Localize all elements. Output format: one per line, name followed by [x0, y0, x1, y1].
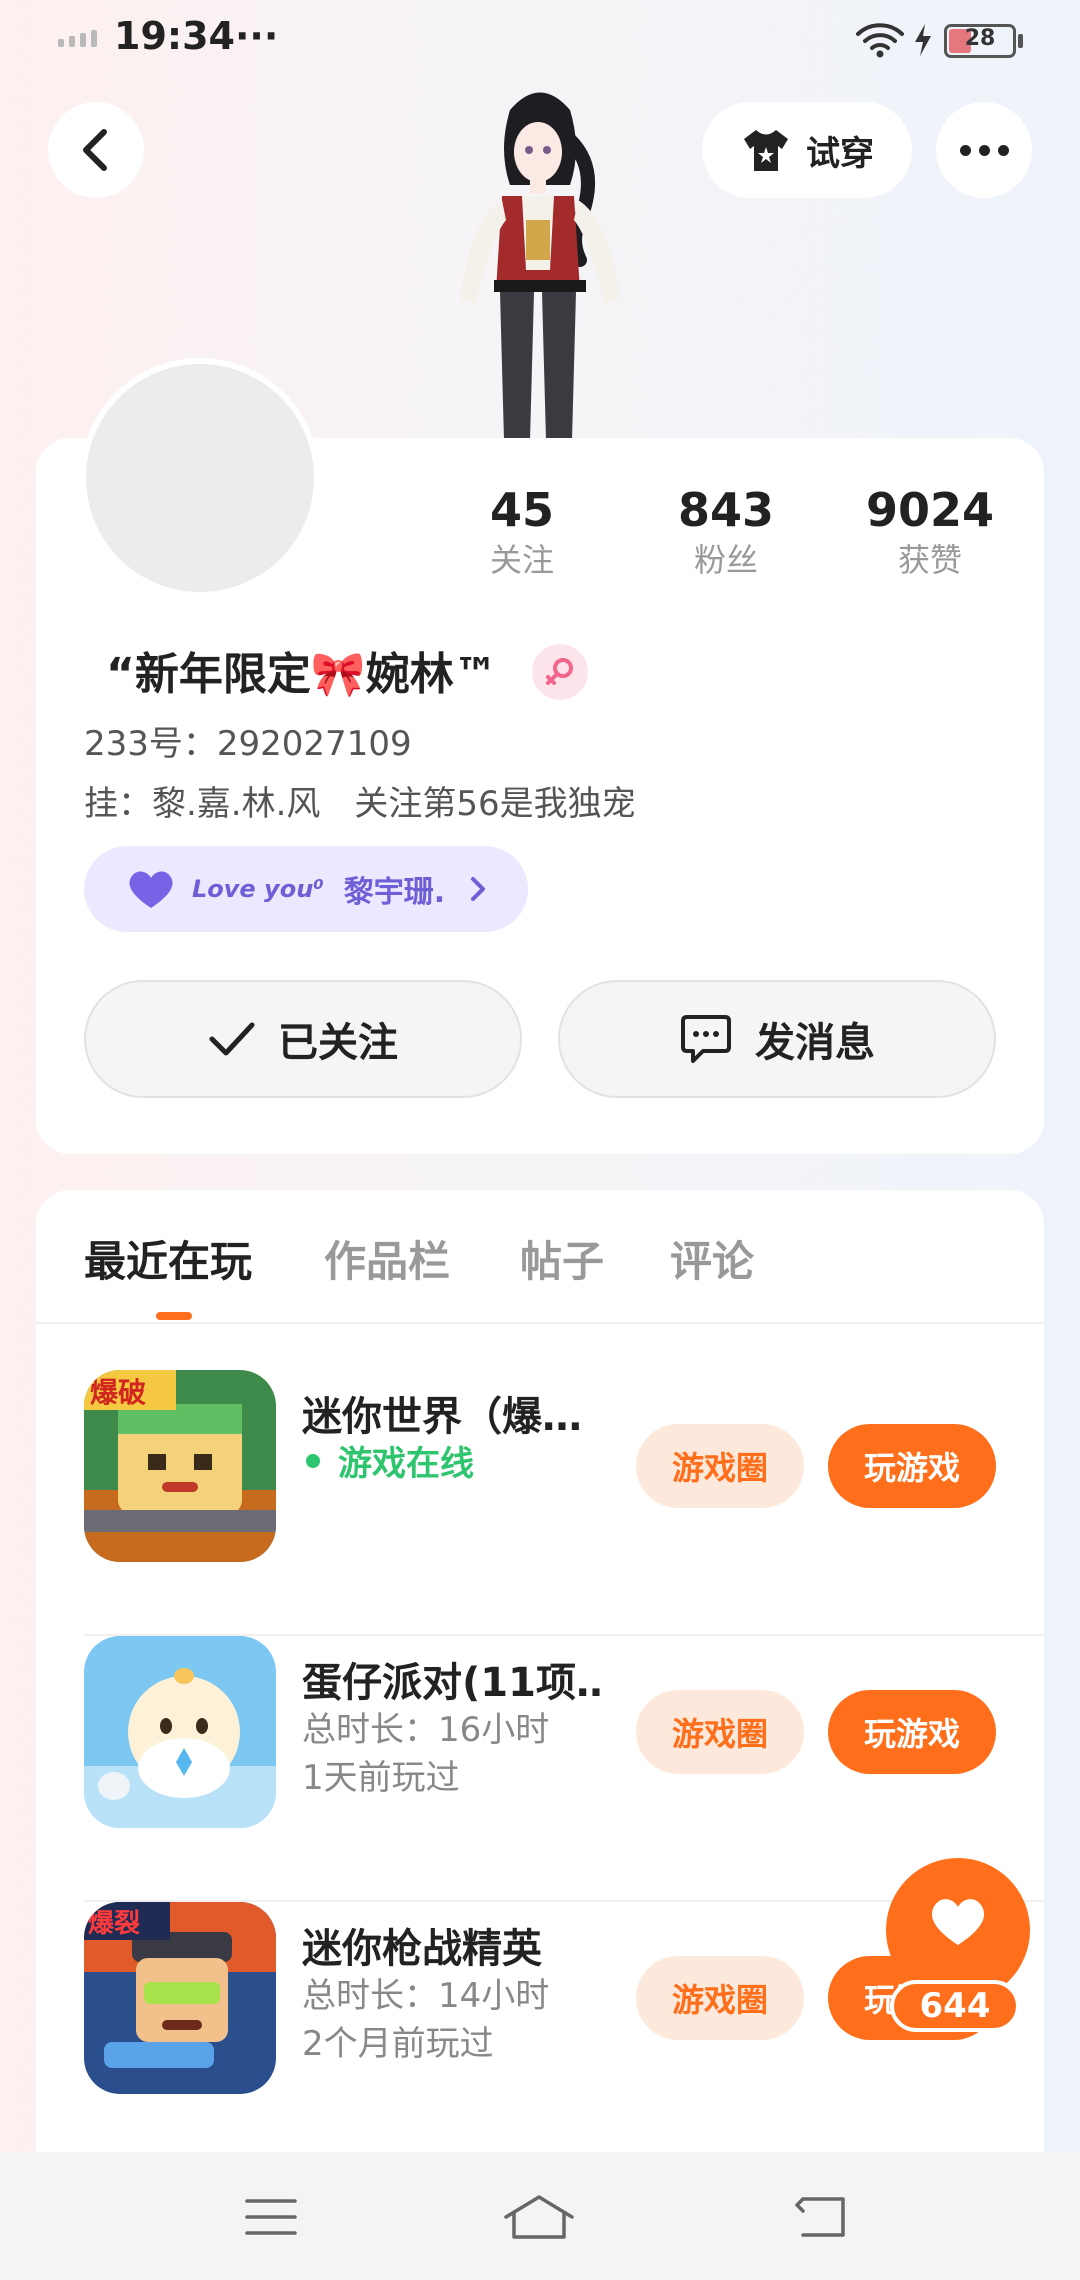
game-row[interactable]: 蛋仔派对(11项… 总时长：16小时 1天前玩过 游戏圈 玩游戏 [84, 1636, 1044, 1902]
charging-icon [915, 24, 931, 56]
try-on-label: 试穿 [806, 133, 874, 174]
game-icon-badge: 爆裂 [88, 1909, 140, 1939]
stat-label: 获赞 [897, 541, 962, 579]
tab-recent-play[interactable]: 最近在玩 [84, 1228, 252, 1289]
stat-value: 9024 [865, 483, 995, 537]
play-duration: 总时长：16小时 [302, 1710, 550, 1750]
partner-name: 黎宇珊. [343, 875, 446, 910]
game-title: 迷你枪战精英 [302, 1926, 542, 1972]
message-button[interactable]: 发消息 [558, 980, 996, 1098]
game-circle-button[interactable]: 游戏圈 [636, 1424, 804, 1508]
couple-badge[interactable]: Love you⁰ 黎宇珊. [84, 846, 528, 932]
follow-button[interactable]: 已关注 [84, 980, 522, 1098]
play-duration: 总时长：14小时 [302, 1976, 550, 2016]
wifi-icon [856, 23, 904, 58]
online-text: 游戏在线 [338, 1444, 474, 1484]
menu-button[interactable] [226, 2182, 316, 2252]
user-id: 233号：292027109 [84, 724, 412, 764]
more-button[interactable] [936, 102, 1032, 198]
game-title: 迷你世界（爆… [302, 1394, 582, 1440]
system-nav-bar [0, 2152, 1080, 2280]
game-icon: 爆破 [84, 1370, 276, 1562]
signature: 挂：黎.嘉.林.风 关注第56是我独宠 [84, 784, 636, 824]
female-icon [532, 644, 588, 700]
chevron-left-icon [83, 129, 107, 171]
game-row[interactable]: 爆破 迷你世界（爆… 游戏在线 游戏圈 玩游戏 [84, 1370, 1044, 1636]
game-title: 蛋仔派对(11项… [302, 1660, 602, 1706]
game-circle-button[interactable]: 游戏圈 [636, 1956, 804, 2040]
game-icon [84, 1636, 276, 1828]
battery-icon: 28 [944, 24, 1016, 58]
stat-value: 45 [489, 483, 554, 537]
menu-icon [245, 2199, 297, 2235]
tab-indicator [156, 1312, 192, 1320]
status-time: 19:34··· [114, 14, 279, 58]
last-played: 1天前玩过 [302, 1758, 460, 1798]
tab-divider [36, 1322, 1044, 1324]
last-played: 2个月前玩过 [302, 2024, 494, 2064]
back-button[interactable] [48, 102, 144, 198]
back-icon [795, 2197, 845, 2237]
tab-works[interactable]: 作品栏 [324, 1228, 450, 1289]
check-icon [209, 1022, 255, 1056]
avatar-character-image [460, 92, 620, 440]
like-count: 644 [890, 1980, 1020, 2032]
avatar[interactable] [80, 358, 320, 598]
nickname: “新年限定🎀婉林™ [106, 649, 498, 700]
love-text: Love you⁰ [192, 875, 324, 903]
message-label: 发消息 [755, 1020, 875, 1066]
game-icon: 爆裂 [84, 1902, 276, 2094]
more-dots-icon [959, 144, 971, 156]
tshirt-icon [744, 130, 788, 171]
heart-icon [931, 1899, 985, 1945]
heart-icon [129, 871, 173, 908]
home-button[interactable] [494, 2182, 584, 2252]
stat-likes[interactable]: 9024 获赞 [850, 482, 1010, 582]
play-game-button[interactable]: 玩游戏 [828, 1690, 996, 1774]
play-game-button[interactable]: 玩游戏 [828, 1424, 996, 1508]
game-circle-button[interactable]: 游戏圈 [636, 1690, 804, 1774]
stat-value: 843 [677, 483, 775, 537]
signal-icon [58, 30, 97, 47]
status-bar: 19:34··· 28 [0, 0, 1080, 80]
stat-label: 粉丝 [693, 541, 758, 579]
game-icon-badge: 爆破 [90, 1376, 146, 1409]
home-icon [504, 2195, 574, 2239]
tab-posts[interactable]: 帖子 [520, 1228, 604, 1289]
follow-label: 已关注 [278, 1020, 398, 1066]
stat-fans[interactable]: 843 粉丝 [646, 482, 806, 582]
back-nav-button[interactable] [776, 2182, 866, 2252]
stat-label: 关注 [489, 541, 554, 579]
online-dot-icon [306, 1453, 320, 1468]
stat-following[interactable]: 45 关注 [442, 482, 602, 582]
chevron-right-icon [471, 877, 486, 901]
battery-level: 28 [964, 26, 996, 51]
chat-icon [681, 1015, 731, 1063]
online-status: 游戏在线 [302, 1436, 474, 1485]
tab-comments[interactable]: 评论 [670, 1228, 754, 1289]
try-on-button[interactable]: 试穿 [702, 102, 912, 198]
